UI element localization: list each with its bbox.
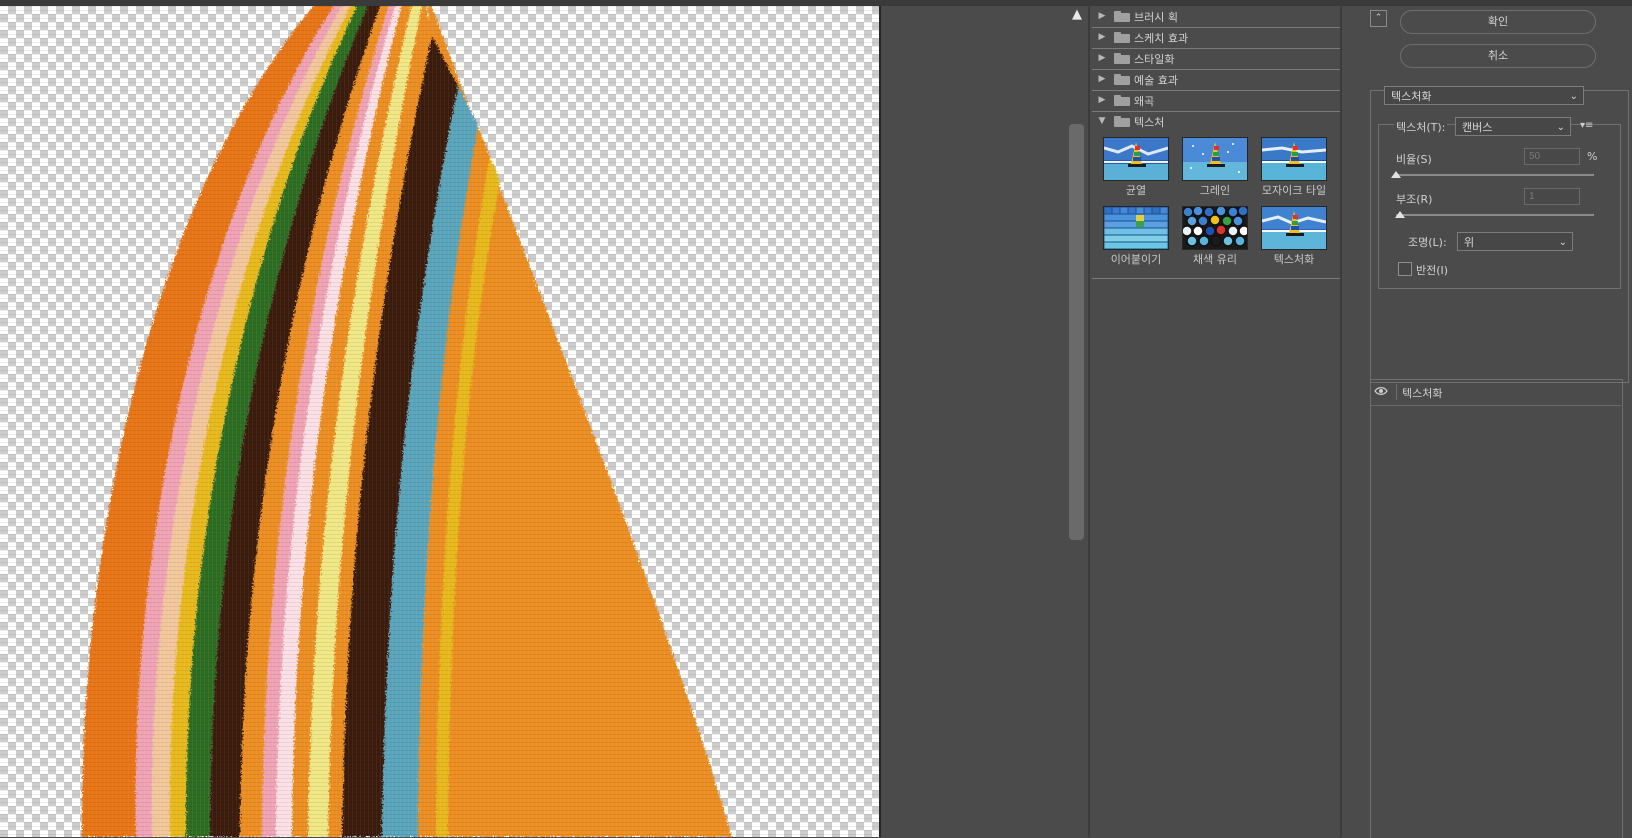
texturizer-thumbnail-icon xyxy=(1261,206,1327,250)
filter-thumb-grain[interactable]: 그레인 xyxy=(1182,137,1248,198)
column-separator xyxy=(1088,6,1090,837)
folder-icon xyxy=(1114,53,1130,64)
category-label: 텍스처 xyxy=(1134,116,1165,129)
mosaic-tiles-thumbnail-icon xyxy=(1261,137,1327,181)
filter-select[interactable]: 텍스처화 ⌄ xyxy=(1384,86,1584,105)
scaling-unit: % xyxy=(1587,150,1598,163)
craquelure-thumbnail-icon xyxy=(1103,137,1169,181)
preview-artwork xyxy=(0,6,880,837)
category-stylize[interactable]: ▶ 스타일화 xyxy=(1092,48,1340,70)
light-select-value: 위 xyxy=(1464,236,1475,249)
filter-thumb-texturizer[interactable]: 텍스처화 xyxy=(1261,206,1327,267)
scaling-slider-track[interactable] xyxy=(1396,174,1594,176)
folder-icon xyxy=(1114,32,1130,43)
category-artistic[interactable]: ▶ 예술 효과 xyxy=(1092,69,1340,91)
category-distort[interactable]: ▶ 왜곡 xyxy=(1092,90,1340,112)
thumb-label: 그레인 xyxy=(1199,184,1231,197)
texture-menu-icon[interactable]: ▾≡ xyxy=(1580,120,1596,132)
rainbow-sail-shape xyxy=(81,6,732,837)
light-select[interactable]: 위 ⌄ xyxy=(1457,232,1573,251)
category-texture[interactable]: ▼ 텍스처 xyxy=(1092,111,1340,132)
relief-input[interactable] xyxy=(1524,188,1580,205)
category-label: 예술 효과 xyxy=(1134,74,1178,87)
grain-thumbnail-icon xyxy=(1182,137,1248,181)
texture-select-value: 캔버스 xyxy=(1462,121,1493,134)
gallery-divider xyxy=(1092,278,1340,279)
chevron-down-icon: ⌄ xyxy=(1556,122,1565,133)
scaling-input[interactable] xyxy=(1524,148,1580,165)
patchwork-thumbnail-icon xyxy=(1103,206,1169,250)
expand-triangle-icon[interactable]: ▶ xyxy=(1096,31,1108,43)
invert-checkbox[interactable] xyxy=(1398,262,1412,276)
light-label: 조명(L): xyxy=(1408,236,1447,249)
folder-icon xyxy=(1114,95,1130,106)
folder-icon xyxy=(1114,11,1130,22)
scaling-label: 비율(S) xyxy=(1396,153,1432,166)
relief-label: 부조(R) xyxy=(1396,193,1433,206)
thumb-label: 텍스처화 xyxy=(1273,253,1315,266)
filter-thumb-stained-glass[interactable]: 채색 유리 xyxy=(1182,206,1248,267)
thumb-label: 채색 유리 xyxy=(1193,253,1237,266)
category-brush-strokes[interactable]: ▶ 브러시 획 xyxy=(1092,6,1340,28)
scaling-slider-knob[interactable] xyxy=(1391,171,1401,178)
filter-thumb-mosaic-tiles[interactable]: 모자이크 타일 xyxy=(1261,137,1327,198)
effect-layer-row[interactable]: 텍스처화 xyxy=(1370,379,1621,406)
relief-slider-track[interactable] xyxy=(1396,214,1594,216)
invert-label: 반전(I) xyxy=(1416,264,1449,277)
relief-slider-knob[interactable] xyxy=(1394,211,1405,218)
cancel-button[interactable]: 취소 xyxy=(1400,44,1596,68)
effect-layers-box xyxy=(1370,379,1623,838)
collapse-triangle-icon[interactable]: ▼ xyxy=(1096,115,1108,127)
folder-icon xyxy=(1114,74,1130,85)
chevron-down-icon: ⌄ xyxy=(1569,91,1578,102)
expand-triangle-icon[interactable]: ▶ xyxy=(1096,94,1108,106)
scroll-up-arrow-icon[interactable]: ▲ xyxy=(1070,8,1084,22)
eye-icon[interactable] xyxy=(1374,384,1388,398)
category-sketch[interactable]: ▶ 스케치 효과 xyxy=(1092,27,1340,49)
layer-divider xyxy=(1396,384,1397,400)
filter-preview-canvas[interactable] xyxy=(0,6,880,837)
expand-triangle-icon[interactable]: ▶ xyxy=(1096,73,1108,85)
filter-gallery-panel: ▶ 브러시 획 ▶ 스케치 효과 ▶ 스타일화 ▶ 예술 효과 ▶ 왜곡 ▼ 텍… xyxy=(1092,6,1340,837)
thumb-label: 이어붙이기 xyxy=(1110,253,1162,266)
collapse-gallery-icon[interactable]: ⌃ xyxy=(1370,10,1387,27)
category-label: 브러시 획 xyxy=(1134,11,1178,24)
filter-thumb-craquelure[interactable]: 균열 xyxy=(1103,137,1169,198)
gallery-scroll-thumb[interactable] xyxy=(1069,124,1084,540)
filter-settings-panel: ⌃ 확인 취소 텍스처화 ⌄ 텍스처(T): 캔버스 ⌄ ▾≡ 비율(S) % … xyxy=(1342,6,1632,838)
texture-label: 텍스처(T): xyxy=(1394,119,1448,135)
thumb-label: 균열 xyxy=(1125,184,1147,197)
expand-triangle-icon[interactable]: ▶ xyxy=(1096,10,1108,22)
texture-select[interactable]: 캔버스 ⌄ xyxy=(1455,117,1571,136)
category-label: 스케치 효과 xyxy=(1134,32,1189,45)
category-label: 스타일화 xyxy=(1134,53,1175,66)
stained-glass-thumbnail-icon xyxy=(1182,206,1248,250)
filter-thumb-patchwork[interactable]: 이어붙이기 xyxy=(1103,206,1169,267)
open-folder-icon xyxy=(1114,116,1130,127)
filter-select-value: 텍스처화 xyxy=(1391,90,1432,103)
chevron-down-icon: ⌄ xyxy=(1558,237,1567,248)
expand-triangle-icon[interactable]: ▶ xyxy=(1096,52,1108,64)
effect-layer-label: 텍스처화 xyxy=(1402,387,1443,400)
category-label: 왜곡 xyxy=(1134,95,1155,108)
thumb-label: 모자이크 타일 xyxy=(1261,184,1327,197)
preview-pasteboard xyxy=(881,6,1069,837)
ok-button[interactable]: 확인 xyxy=(1400,10,1596,34)
